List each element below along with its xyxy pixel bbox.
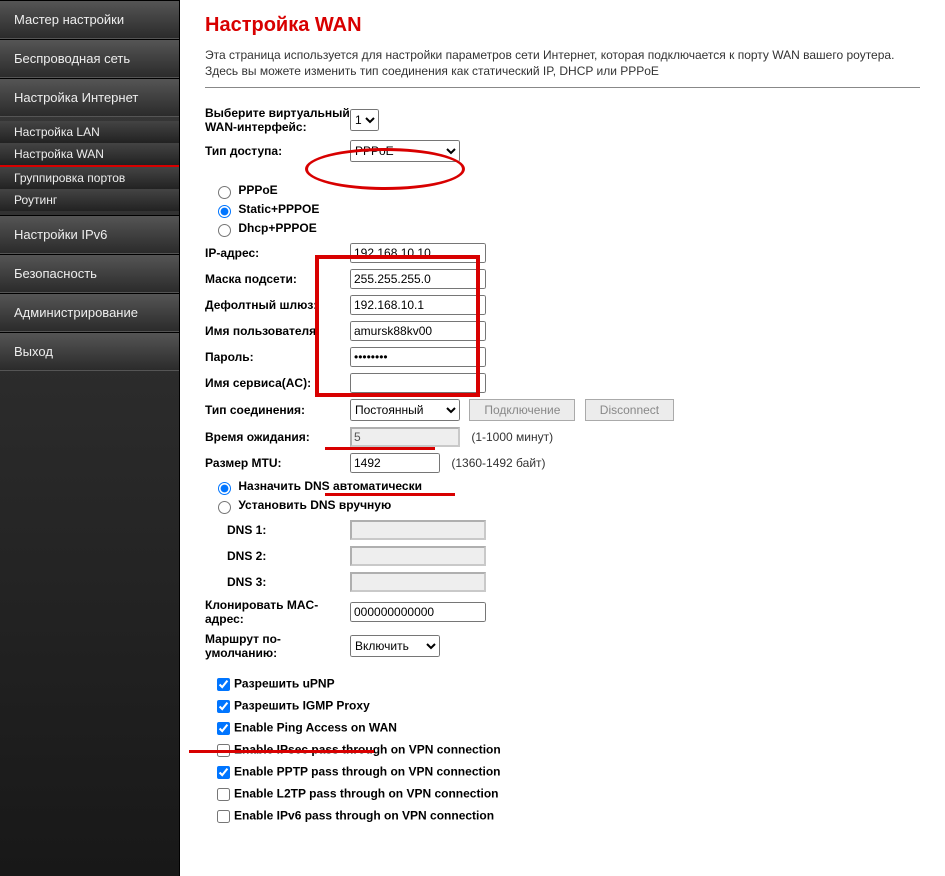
radio-pppoe[interactable]: [218, 186, 231, 199]
main-content: Настройка WAN Эта страница используется …: [180, 0, 945, 876]
nav-sub-wan[interactable]: Настройка WAN: [0, 143, 179, 167]
divider: [205, 87, 920, 88]
chk-ping[interactable]: [217, 722, 230, 735]
conn-type-label: Тип соединения:: [205, 403, 350, 417]
chk-ping-label: Enable Ping Access on WAN: [234, 721, 397, 735]
chk-igmp[interactable]: [217, 700, 230, 713]
nav-security[interactable]: Безопасность: [0, 254, 179, 293]
svc-input[interactable]: [350, 373, 486, 393]
chk-ipv6-label: Enable IPv6 pass through on VPN connecti…: [234, 809, 494, 823]
nav-internet[interactable]: Настройка Интернет: [0, 78, 179, 117]
nav-ipv6[interactable]: Настройки IPv6: [0, 215, 179, 254]
nav-master[interactable]: Мастер настройки: [0, 0, 179, 39]
radio-dns-auto-label: Назначить DNS автоматически: [238, 480, 422, 494]
nav-sub-wrap: Настройка LAN Настройка WAN Группировка …: [0, 117, 179, 215]
disconnect-button[interactable]: Disconnect: [585, 399, 674, 421]
radio-dns-auto[interactable]: [218, 482, 231, 495]
defroute-select[interactable]: Включить: [350, 635, 440, 657]
chk-ipv6[interactable]: [217, 810, 230, 823]
chk-l2tp[interactable]: [217, 788, 230, 801]
dns3-label: DNS 3:: [205, 575, 350, 589]
nav-wireless[interactable]: Беспроводная сеть: [0, 39, 179, 78]
mac-label: Клонировать MAC-адрес:: [205, 598, 350, 626]
defroute-label: Маршрут по-умолчанию:: [205, 632, 350, 660]
chk-ipsec[interactable]: [217, 744, 230, 757]
nav-sub-routing[interactable]: Роутинг: [0, 189, 179, 211]
radio-dns-manual[interactable]: [218, 501, 231, 514]
connect-button[interactable]: Подключение: [469, 399, 575, 421]
chk-upnp-label: Разрешить uPNP: [234, 677, 335, 691]
dns1-label: DNS 1:: [205, 523, 350, 537]
nav-admin[interactable]: Администрирование: [0, 293, 179, 332]
nav-sub-ports[interactable]: Группировка портов: [0, 167, 179, 189]
nav-sub-lan[interactable]: Настройка LAN: [0, 121, 179, 143]
chk-upnp[interactable]: [217, 678, 230, 691]
chk-pptp[interactable]: [217, 766, 230, 779]
radio-dhcp-pppoe-label: Dhcp+PPPOE: [238, 222, 316, 236]
pass-label: Пароль:: [205, 350, 350, 364]
radio-dhcp-pppoe[interactable]: [218, 224, 231, 237]
chk-ipsec-label: Enable IPsec pass through on VPN connect…: [234, 743, 501, 757]
page-description: Эта страница используется для настройки …: [205, 47, 920, 79]
svc-label: Имя сервиса(AC):: [205, 376, 350, 390]
virt-iface-label: Выберите виртуальный WAN-интерфейс:: [205, 106, 350, 134]
nav-exit[interactable]: Выход: [0, 332, 179, 371]
idle-label: Время ожидания:: [205, 430, 350, 444]
mac-input[interactable]: [350, 602, 486, 622]
gw-label: Дефолтный шлюз:: [205, 298, 350, 312]
ip-input[interactable]: [350, 243, 486, 263]
access-type-label: Тип доступа:: [205, 144, 350, 158]
user-label: Имя пользователя:: [205, 324, 350, 338]
annotation-underline-conntype: [325, 447, 435, 450]
mtu-label: Размер MTU:: [205, 456, 350, 470]
user-input[interactable]: [350, 321, 486, 341]
access-type-select[interactable]: PPPoE: [350, 140, 460, 162]
page-title: Настройка WAN: [205, 14, 920, 37]
mtu-input[interactable]: [350, 453, 440, 473]
radio-static-pppoe[interactable]: [218, 205, 231, 218]
pass-input[interactable]: [350, 347, 486, 367]
idle-input: [350, 427, 460, 447]
mask-input[interactable]: [350, 269, 486, 289]
sidebar: Мастер настройки Беспроводная сеть Настр…: [0, 0, 180, 876]
dns2-input: [350, 546, 486, 566]
dns1-input: [350, 520, 486, 540]
ip-label: IP-адрес:: [205, 246, 350, 260]
idle-hint: (1-1000 минут): [471, 430, 553, 444]
chk-igmp-label: Разрешить IGMP Proxy: [234, 699, 370, 713]
dns3-input: [350, 572, 486, 592]
radio-pppoe-label: PPPoE: [238, 184, 277, 198]
gw-input[interactable]: [350, 295, 486, 315]
dns2-label: DNS 2:: [205, 549, 350, 563]
chk-l2tp-label: Enable L2TP pass through on VPN connecti…: [234, 787, 498, 801]
mask-label: Маска подсети:: [205, 272, 350, 286]
virt-iface-select[interactable]: 1: [350, 109, 379, 131]
mtu-hint: (1360-1492 байт): [451, 456, 545, 470]
radio-static-pppoe-label: Static+PPPOE: [238, 203, 319, 217]
radio-dns-manual-label: Установить DNS вручную: [238, 499, 391, 513]
conn-type-select[interactable]: Постоянный: [350, 399, 460, 421]
chk-pptp-label: Enable PPTP pass through on VPN connecti…: [234, 765, 500, 779]
